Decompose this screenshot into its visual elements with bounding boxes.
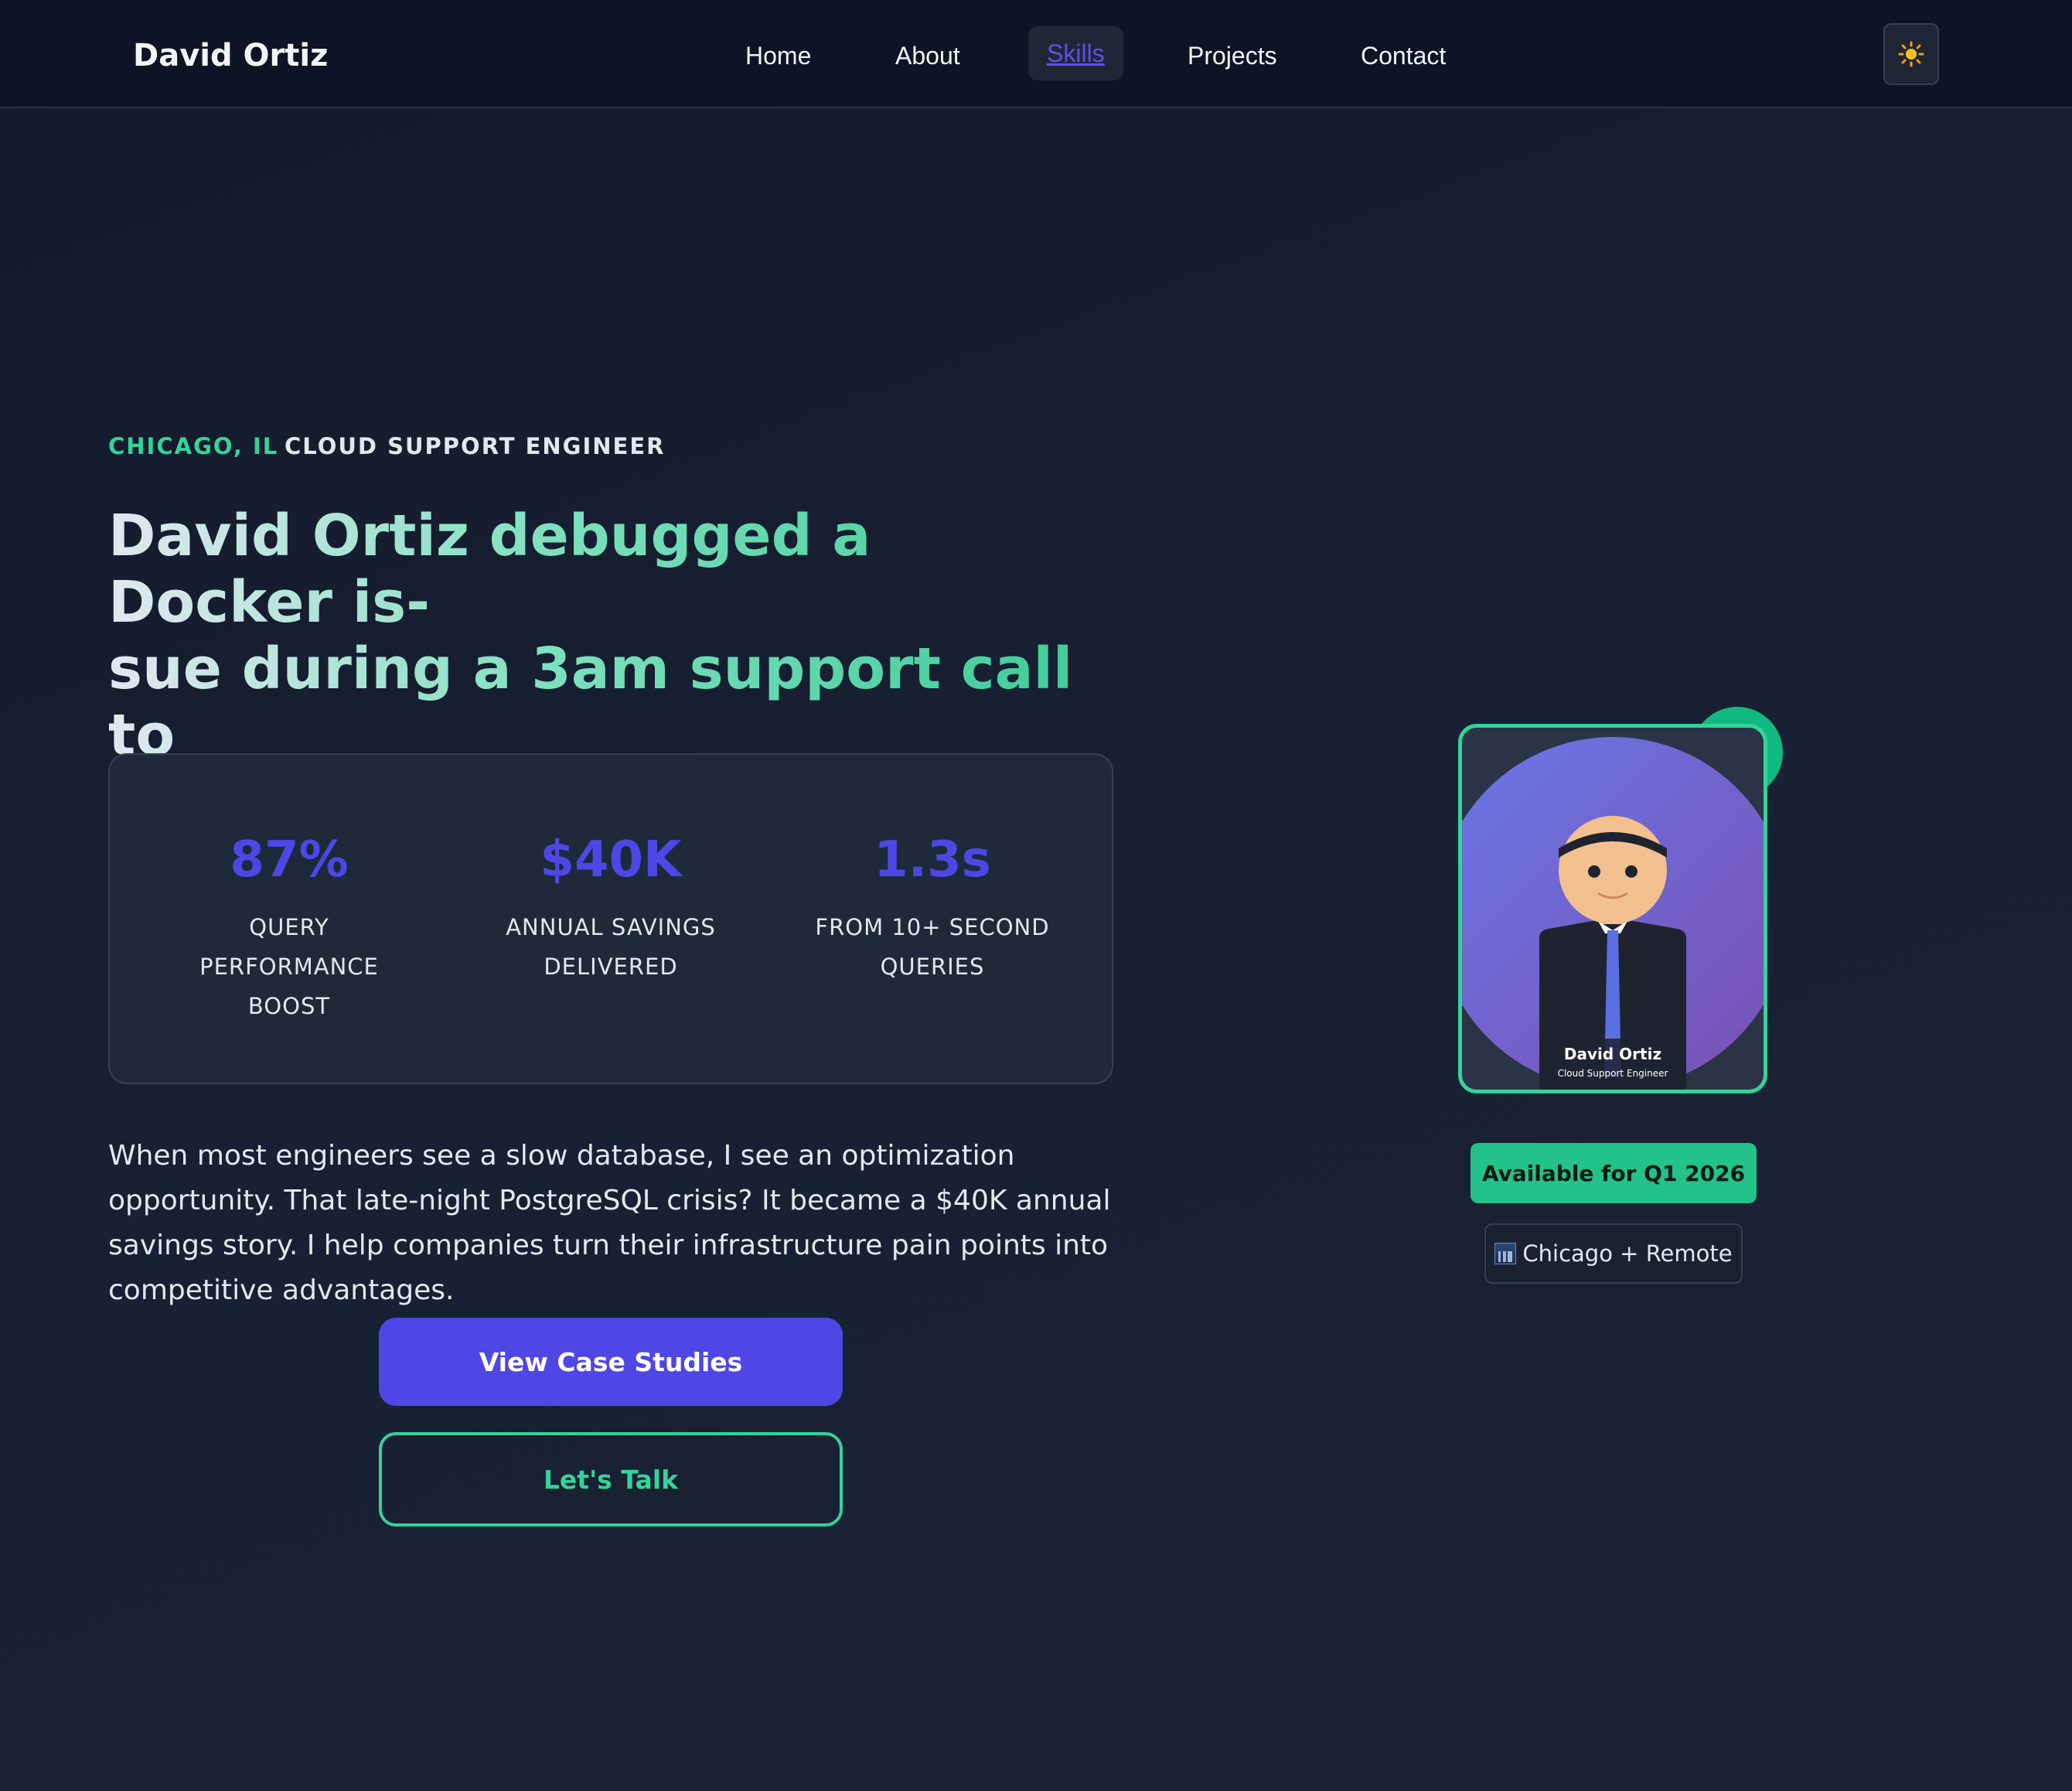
intro-paragraph: When most engineers see a slow database,… [108, 1140, 1111, 1306]
avatar-title: Cloud Support Engineer [1557, 1068, 1668, 1079]
stat-value: 1.3s [874, 831, 991, 889]
stat-label: QUERY PERFORMANCE BOOST [199, 914, 379, 1019]
sun-icon [1898, 41, 1924, 67]
avatar-illustration [1462, 737, 1764, 1090]
stat-label: FROM 10+ SECOND QUERIES [815, 914, 1050, 980]
nav-link-projects[interactable]: Projects [1188, 34, 1277, 77]
nav-link-contact[interactable]: Contact [1361, 34, 1446, 77]
availability-badge: Available for Q1 2026 [1471, 1143, 1757, 1203]
theme-toggle-button[interactable] [1883, 23, 1939, 85]
stats-card: 87% QUERY PERFORMANCE BOOST $40K ANNUAL … [108, 753, 1113, 1084]
top-navbar: David Ortiz Home About Skills Projects C… [0, 0, 2072, 108]
stat-label: ANNUAL SAVINGS DELIVERED [506, 914, 716, 980]
brand-logo-text[interactable]: David Ortiz [133, 34, 328, 77]
cityscape-icon [1494, 1243, 1517, 1264]
stat-query-time: 1.3s FROM 10+ SECOND QUERIES [809, 829, 1056, 987]
stat-value: $40K [540, 831, 682, 889]
location-eyebrow: CHICAGO, IL [108, 433, 279, 459]
nav-link-home[interactable]: Home [745, 34, 811, 77]
profile-avatar-card: David Ortiz Cloud Support Engineer [1458, 724, 1767, 1093]
stat-query-performance: 87% QUERY PERFORMANCE BOOST [165, 829, 413, 1026]
view-case-studies-button[interactable]: View Case Studies [379, 1318, 843, 1406]
nav-link-skills[interactable]: Skills [1028, 26, 1123, 80]
stat-annual-savings: $40K ANNUAL SAVINGS DELIVERED [487, 829, 734, 987]
lets-talk-button[interactable]: Let's Talk [379, 1432, 843, 1527]
location-badge-label: Chicago + Remote [1522, 1240, 1733, 1267]
stat-value: 87% [230, 831, 349, 889]
location-badge: Chicago + Remote [1484, 1223, 1743, 1284]
nav-link-about[interactable]: About [895, 34, 960, 77]
role-eyebrow: CLOUD SUPPORT ENGINEER [285, 433, 666, 459]
avatar-name: David Ortiz [1563, 1045, 1662, 1063]
